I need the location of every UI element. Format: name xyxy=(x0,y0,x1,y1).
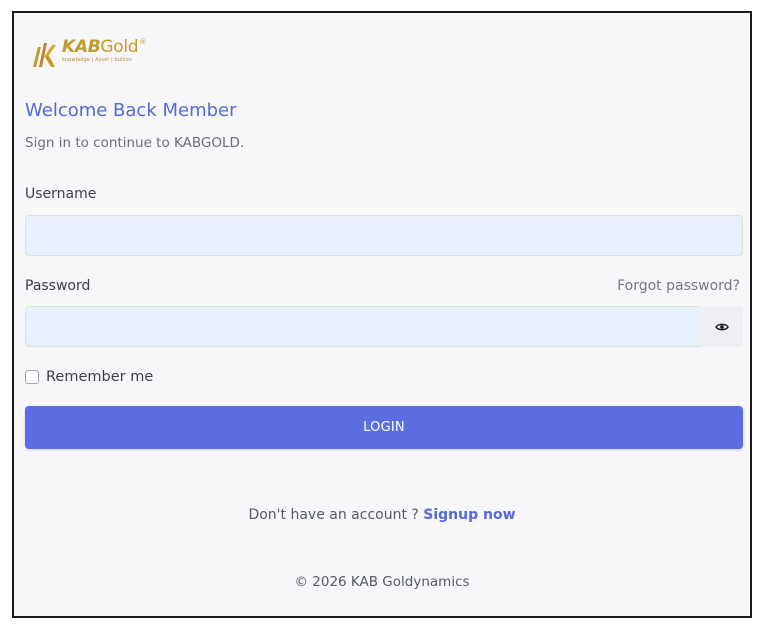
page-title: Welcome Back Member xyxy=(25,100,237,121)
username-label: Username xyxy=(25,186,97,202)
page-subtitle: Sign in to continue to KABGOLD. xyxy=(25,135,245,151)
password-input[interactable] xyxy=(25,306,700,347)
remember-me-label: Remember me xyxy=(46,369,154,385)
brand-name-bold: KAB xyxy=(62,37,101,57)
remember-me[interactable]: Remember me xyxy=(25,369,153,385)
login-button[interactable]: LOGIN xyxy=(25,406,743,449)
brand-wordmark: KAB Gold ® knowledge | Asset | bullion xyxy=(62,39,146,63)
brand-name: KAB Gold ® xyxy=(62,39,146,56)
signup-prompt-text: Don't have an account ? xyxy=(248,507,419,523)
signup-link[interactable]: Signup now xyxy=(423,507,515,523)
brand-name-rest: Gold xyxy=(100,37,139,57)
login-card: KAB Gold ® knowledge | Asset | bullion Wel… xyxy=(12,11,752,618)
signup-prompt: Don't have an account ? Signup now xyxy=(14,507,750,523)
kab-logo-icon xyxy=(33,43,56,67)
remember-me-checkbox[interactable] xyxy=(25,370,39,384)
forgot-password-link[interactable]: Forgot password? xyxy=(617,278,740,294)
copyright-text: © 2026 KAB Goldynamics xyxy=(294,574,470,590)
brand-logo: KAB Gold ® knowledge | Asset | bullion xyxy=(30,39,146,73)
password-label: Password xyxy=(25,278,91,294)
password-visibility-toggle[interactable] xyxy=(700,306,743,347)
brand-tagline: knowledge | Asset | bullion xyxy=(62,57,132,63)
username-input[interactable] xyxy=(25,215,743,256)
eye-icon xyxy=(714,323,729,330)
registered-mark: ® xyxy=(139,38,146,46)
